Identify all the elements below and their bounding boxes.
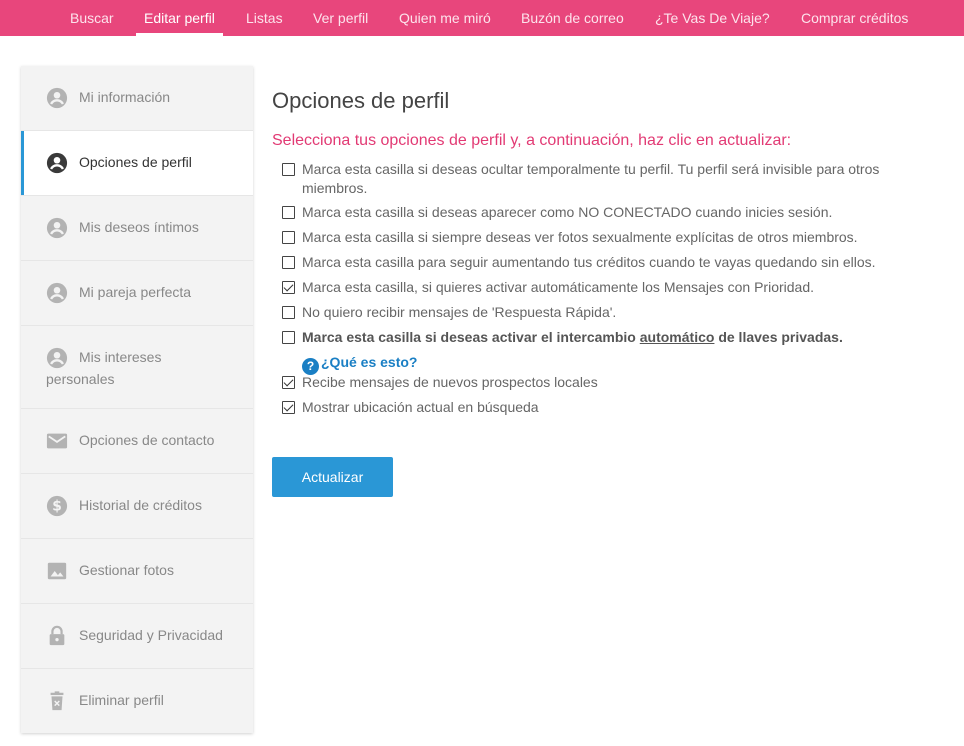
- sidebar-item-label: Opciones de contacto: [79, 432, 215, 448]
- sidebar-item-label: Mi información: [79, 89, 171, 105]
- sidebar-item-mi-pareja-perfecta[interactable]: Mi pareja perfecta: [21, 261, 253, 326]
- option-label: Marca esta casilla si siempre deseas ver…: [302, 229, 858, 245]
- nav-buzon-de-correo[interactable]: Buzón de correo: [521, 0, 624, 36]
- sidebar-item-mis-deseos-intimos[interactable]: Mis deseos íntimos: [21, 196, 253, 261]
- option-label: Marca esta casilla si deseas aparecer co…: [302, 204, 833, 220]
- sidebar-item-label: Eliminar perfil: [79, 692, 164, 708]
- account-circle-icon: [46, 217, 68, 239]
- dollar-icon: $: [46, 495, 68, 517]
- image-icon: [46, 560, 68, 582]
- nav-quien-me-miro[interactable]: Quien me miró: [399, 0, 491, 36]
- option-label: Mostrar ubicación actual en búsqueda: [302, 399, 539, 415]
- option-label-underlined: automático: [639, 329, 715, 345]
- checkbox[interactable]: [282, 281, 295, 294]
- page-title: Opciones de perfil: [272, 88, 450, 113]
- nav-ver-perfil[interactable]: Ver perfil: [313, 0, 368, 36]
- checkbox[interactable]: [282, 306, 295, 319]
- nav-te-vas-de-viaje[interactable]: ¿Te Vas De Viaje?: [655, 0, 770, 36]
- account-circle-icon: [46, 87, 68, 109]
- option-label-part: de llaves privadas.: [714, 329, 843, 345]
- nav-listas[interactable]: Listas: [246, 0, 283, 36]
- nav-comprar-creditos[interactable]: Comprar créditos: [801, 0, 908, 36]
- sidebar-item-mis-intereses-personales[interactable]: Mis intereses personales: [21, 326, 253, 409]
- trash-icon: [46, 690, 68, 712]
- option-label: Marca esta casilla, si quieres activar a…: [302, 279, 815, 295]
- sidebar-item-mi-informacion[interactable]: Mi información: [21, 66, 253, 131]
- checkbox[interactable]: [282, 256, 295, 269]
- checkbox[interactable]: [282, 163, 295, 176]
- option-label: Marca esta casilla si deseas ocultar tem…: [302, 161, 880, 196]
- sidebar-item-seguridad-y-privacidad[interactable]: Seguridad y Privacidad: [21, 604, 253, 669]
- envelope-icon: [46, 430, 68, 452]
- nav-editar-perfil[interactable]: Editar perfil: [136, 0, 223, 36]
- sidebar-item-gestionar-fotos[interactable]: Gestionar fotos: [21, 539, 253, 604]
- sidebar-item-historial-de-creditos[interactable]: $ Historial de créditos: [21, 474, 253, 539]
- sidebar-item-label: Mi pareja perfecta: [79, 284, 192, 300]
- sidebar-menu: Mi información Opciones de perfil Mis de…: [21, 66, 253, 733]
- checkbox[interactable]: [282, 206, 295, 219]
- checkbox[interactable]: [282, 231, 295, 244]
- checkbox[interactable]: [282, 331, 295, 344]
- checkbox[interactable]: [282, 401, 295, 414]
- top-navigation-bar: Buscar Editar perfil Listas Ver perfil Q…: [0, 0, 964, 36]
- svg-text:$: $: [52, 499, 62, 515]
- sidebar-item-eliminar-perfil[interactable]: Eliminar perfil: [21, 669, 253, 733]
- account-circle-icon: [46, 282, 68, 304]
- option-label: Marca esta casilla para seguir aumentand…: [302, 254, 876, 270]
- checkbox[interactable]: [282, 376, 295, 389]
- lock-icon: [46, 625, 68, 647]
- update-button[interactable]: Actualizar: [272, 457, 393, 497]
- sidebar-item-label: Seguridad y Privacidad: [79, 627, 223, 643]
- sidebar-item-label: Opciones de perfil: [79, 154, 192, 170]
- sidebar-item-label: Mis intereses personales: [46, 349, 162, 387]
- sidebar-item-opciones-de-perfil[interactable]: Opciones de perfil: [21, 131, 253, 196]
- sidebar-item-label: Gestionar fotos: [79, 562, 174, 578]
- option-label-part: Marca esta casilla si deseas activar el …: [302, 329, 640, 345]
- nav-buscar[interactable]: Buscar: [70, 0, 114, 36]
- option-label: No quiero recibir mensajes de 'Respuesta…: [302, 304, 617, 320]
- option-label: Recibe mensajes de nuevos prospectos loc…: [302, 374, 598, 390]
- instructions-text: Selecciona tus opciones de perfil y, a c…: [272, 132, 792, 149]
- sidebar-item-label: Mis deseos íntimos: [79, 219, 199, 235]
- what-is-this-link[interactable]: ? ¿Qué es esto?: [302, 353, 417, 375]
- account-circle-icon: [46, 152, 68, 174]
- option-label: Marca esta casilla si deseas activar el …: [302, 328, 902, 347]
- sidebar-item-opciones-de-contacto[interactable]: Opciones de contacto: [21, 409, 253, 474]
- help-link-label: ¿Qué es esto?: [321, 354, 418, 370]
- sidebar-item-label: Historial de créditos: [79, 497, 202, 513]
